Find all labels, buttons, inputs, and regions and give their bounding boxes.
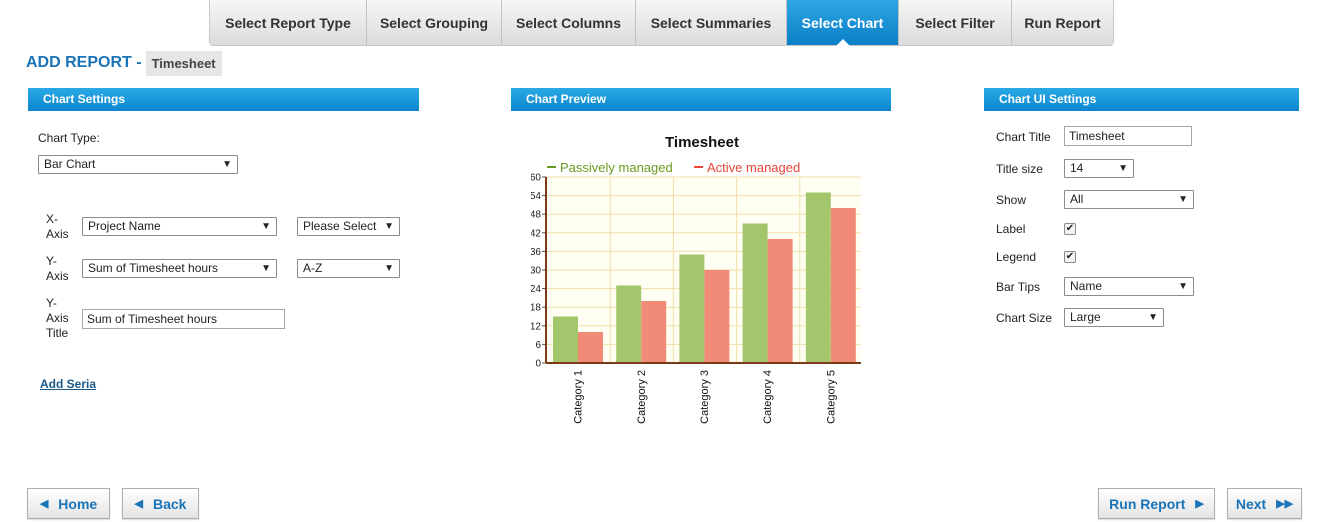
chevron-down-icon: ▼ [384, 221, 394, 232]
legend-checkbox[interactable]: ✔ [1064, 251, 1076, 263]
page-title: ADD REPORT - [26, 54, 142, 71]
double-chevron-right-icon: ▶▶ [1276, 498, 1294, 510]
tab-select-columns[interactable]: Select Columns [502, 0, 636, 45]
chart-title-label: Chart Title [996, 130, 1051, 144]
chart-type-label: Chart Type: [38, 131, 100, 145]
show-select[interactable]: All ▼ [1064, 190, 1194, 209]
y-tick-label: 60 [531, 173, 541, 184]
bar [830, 208, 856, 363]
chevron-down-icon: ▼ [1178, 281, 1188, 292]
y-axis-label: Y-Axis [46, 254, 69, 283]
wizard-steps: Select Report Type Select Grouping Select … [209, 0, 1114, 46]
tab-select-grouping[interactable]: Select Grouping [367, 0, 502, 45]
y-axis-field-select[interactable]: Sum of Timesheet hours ▼ [82, 259, 277, 278]
run-report-button-label: Run Report [1109, 495, 1186, 512]
page-heading: ADD REPORT - Timesheet [26, 50, 222, 76]
chart-type-value: Bar Chart [44, 157, 96, 171]
chart-size-label: Chart Size [996, 311, 1053, 325]
tab-select-summaries[interactable]: Select Summaries [636, 0, 787, 45]
y-tick-label: 6 [535, 340, 541, 351]
y-axis-title-input[interactable]: Sum of Timesheet hours [82, 309, 285, 329]
tab-select-report-type[interactable]: Select Report Type [210, 0, 367, 45]
legend-entry: Active managed [707, 160, 800, 175]
bar [679, 254, 705, 363]
x-axis-field-value: Project Name [88, 219, 161, 233]
chevron-down-icon: ▼ [1178, 194, 1188, 205]
home-button-label: Home [58, 495, 98, 512]
triangle-left-icon: ◀ [39, 498, 49, 510]
bar [553, 316, 578, 363]
show-value: All [1070, 192, 1084, 206]
tab-select-filter[interactable]: Select Filter [899, 0, 1012, 45]
y-tick-label: 12 [531, 321, 541, 332]
bar [805, 192, 831, 363]
bar [742, 223, 768, 363]
tab-select-chart[interactable]: Select Chart [787, 0, 899, 46]
back-button[interactable]: ◀ Back [122, 488, 199, 519]
chevron-down-icon: ▼ [1118, 163, 1128, 174]
x-tick-label: Category 2 [636, 370, 648, 424]
run-report-button[interactable]: Run Report ▶ [1098, 488, 1215, 519]
add-seria-link[interactable]: Add Seria [40, 377, 96, 391]
bar [704, 270, 730, 363]
chevron-down-icon: ▼ [261, 221, 271, 232]
legend-entry: Passively managed [560, 160, 673, 175]
y-axis-field-value: Sum of Timesheet hours [88, 261, 219, 275]
x-axis-sort-select[interactable]: Please Select ▼ [297, 217, 400, 236]
y-tick-label: 30 [531, 266, 541, 277]
bar-tips-label: Bar Tips [996, 280, 1041, 294]
chevron-down-icon: ▼ [1148, 312, 1158, 323]
bar-tips-select[interactable]: Name ▼ [1064, 277, 1194, 296]
chart-preview: Timesheet Passively managed Active managed… [531, 134, 861, 424]
chart-size-value: Large [1070, 310, 1101, 324]
triangle-left-icon: ◀ [134, 498, 143, 510]
bar [578, 332, 603, 363]
chevron-down-icon: ▼ [222, 159, 232, 170]
x-tick-label: Category 4 [762, 370, 774, 424]
x-tick-label: Category 1 [573, 370, 585, 424]
bar [641, 301, 667, 363]
triangle-right-icon: ▶ [1195, 498, 1204, 510]
next-button-label: Next [1235, 495, 1267, 512]
x-axis-field-select[interactable]: Project Name ▼ [82, 217, 277, 236]
legend-label: Legend [996, 250, 1037, 264]
next-button[interactable]: Next ▶▶ [1227, 488, 1302, 519]
label-label: Label [996, 222, 1026, 236]
y-tick-label: 0 [535, 359, 541, 370]
bar [616, 285, 642, 363]
report-name-badge: Timesheet [145, 50, 222, 76]
y-tick-label: 42 [531, 228, 541, 239]
bar-tips-value: Name [1070, 279, 1103, 293]
chart-settings-header: Chart Settings [28, 88, 419, 111]
y-axis-sort-select[interactable]: A-Z ▼ [297, 259, 400, 278]
x-tick-label: Category 3 [699, 370, 711, 424]
home-button[interactable]: ◀ Home [27, 488, 110, 519]
x-axis-label: X-Axis [46, 212, 69, 241]
y-tick-label: 24 [531, 284, 541, 295]
chart-title-input[interactable]: Timesheet [1064, 126, 1192, 146]
chart-size-select[interactable]: Large ▼ [1064, 308, 1164, 327]
y-tick-label: 54 [531, 191, 541, 202]
chevron-down-icon: ▼ [384, 263, 394, 274]
chart-type-select[interactable]: Bar Chart ▼ [38, 155, 238, 174]
x-tick-label: Category 5 [825, 370, 837, 424]
chevron-down-icon: ▼ [261, 263, 271, 274]
chart-title: Timesheet [665, 134, 739, 151]
y-axis-title-label: Y-Axis Title [46, 296, 69, 340]
title-size-select[interactable]: 14 ▼ [1064, 159, 1134, 178]
chart-preview-header: Chart Preview [511, 88, 891, 111]
y-tick-label: 48 [531, 210, 541, 221]
show-label: Show [996, 193, 1027, 207]
title-size-value: 14 [1070, 161, 1084, 175]
chart-ui-settings-header: Chart UI Settings [984, 88, 1299, 111]
x-axis-sort-value: Please Select [303, 219, 377, 233]
y-tick-label: 36 [531, 247, 541, 258]
y-axis-sort-value: A-Z [303, 261, 323, 275]
title-size-label: Title size [996, 162, 1043, 176]
tab-run-report[interactable]: Run Report [1012, 0, 1113, 45]
label-checkbox[interactable]: ✔ [1064, 223, 1076, 235]
y-tick-label: 18 [531, 303, 541, 314]
bar [767, 239, 793, 363]
back-button-label: Back [153, 495, 187, 512]
